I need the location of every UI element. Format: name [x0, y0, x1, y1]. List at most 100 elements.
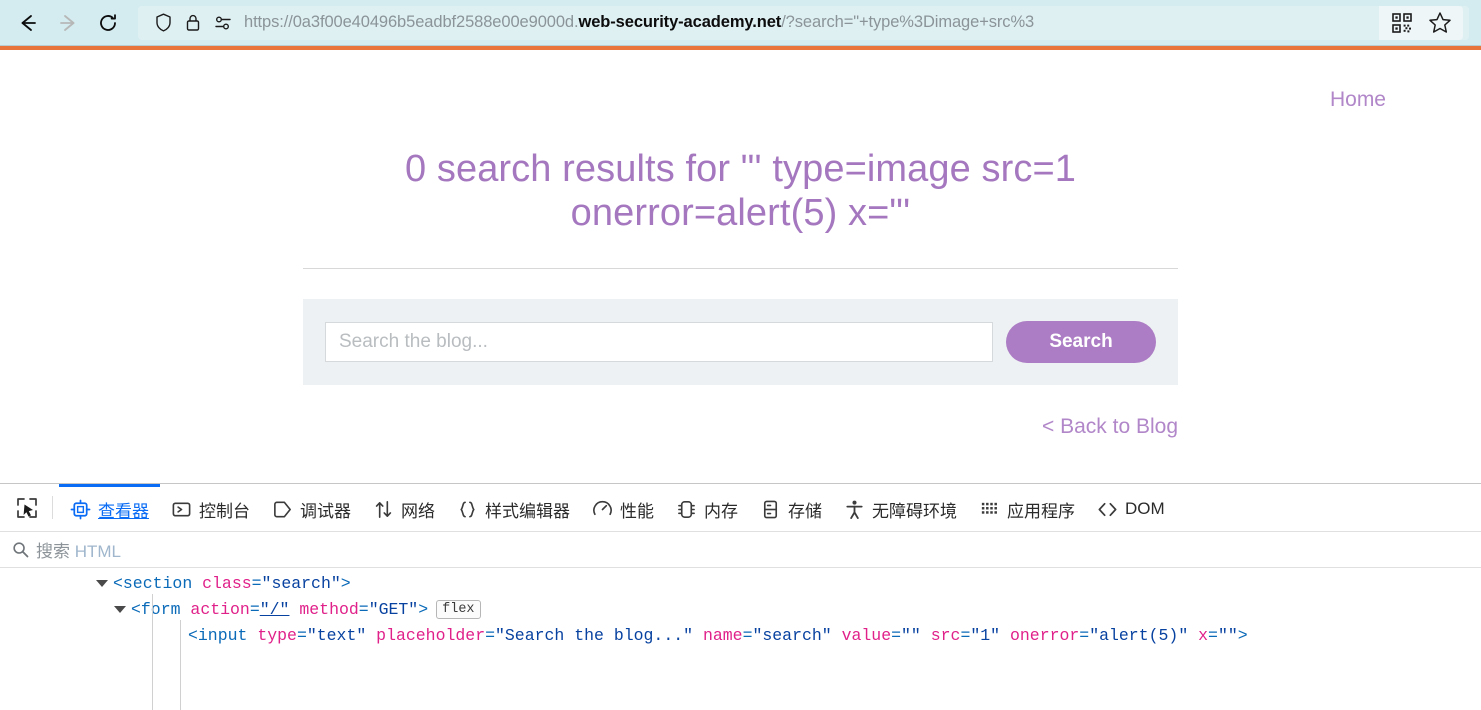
dom-search-bar[interactable]: 搜索 HTML — [0, 532, 1481, 568]
forward-arrow-icon — [57, 12, 79, 34]
memory-icon — [676, 499, 697, 520]
network-icon — [373, 499, 394, 520]
attr-name: class — [202, 574, 252, 593]
tab-dom-label: DOM — [1125, 499, 1165, 519]
dom-row-form-text: <form action="/" method="GET">flex — [131, 597, 481, 623]
tag-name: section — [123, 574, 192, 593]
dom-icon — [1097, 499, 1118, 520]
tab-network[interactable]: 网络 — [362, 484, 446, 531]
tab-console[interactable]: 控制台 — [160, 484, 261, 531]
reload-icon — [97, 12, 119, 34]
url-path: /?search="+type%3Dimage+src%3 — [781, 13, 1034, 31]
forward-button[interactable] — [48, 6, 88, 40]
dom-row-form[interactable]: <form action="/" method="GET">flex — [0, 597, 1481, 623]
attr-name: action — [190, 600, 249, 619]
attr-name: type — [257, 626, 297, 645]
tag-name: input — [198, 626, 248, 645]
search-input[interactable] — [325, 322, 993, 362]
tab-console-label: 控制台 — [199, 497, 250, 522]
indent-guide-1 — [152, 594, 153, 710]
blog-header: 0 search results for "' type=image src=1… — [95, 147, 1386, 269]
attr-value: "1" — [970, 626, 1000, 645]
angle-open: < — [188, 626, 198, 645]
attr-value: "text" — [307, 626, 366, 645]
dom-row-section[interactable]: <section class="search"> — [0, 571, 1481, 597]
tab-performance-label: 性能 — [620, 497, 654, 522]
dom-search-placeholder-suffix: HTML — [75, 542, 121, 561]
attr-name: onerror — [1010, 626, 1079, 645]
back-arrow-icon — [17, 12, 39, 34]
tab-style-editor-label: 样式编辑器 — [485, 497, 570, 522]
bookmark-star-icon[interactable] — [1423, 8, 1457, 38]
attr-name: name — [703, 626, 743, 645]
attr-value: "search" — [262, 574, 341, 593]
inspector-icon — [70, 499, 91, 520]
attr-equals: = — [252, 574, 262, 593]
tab-performance[interactable]: 性能 — [581, 484, 665, 531]
tab-storage[interactable]: 存储 — [749, 484, 833, 531]
back-button[interactable] — [8, 6, 48, 40]
debugger-icon — [272, 499, 293, 520]
tab-style-editor[interactable]: 样式编辑器 — [446, 484, 581, 531]
style-editor-icon — [457, 499, 478, 520]
search-section: Search — [303, 299, 1178, 385]
tab-debugger[interactable]: 调试器 — [261, 484, 362, 531]
expand-triangle-icon[interactable] — [114, 606, 126, 613]
dom-tree[interactable]: <section class="search"> <form action="/… — [0, 568, 1481, 710]
attr-value: "search" — [752, 626, 831, 645]
expand-triangle-icon[interactable] — [96, 580, 108, 587]
back-to-blog-row: < Back to Blog — [303, 415, 1178, 439]
dom-row-input[interactable]: <input type="text" placeholder="Search t… — [0, 623, 1481, 649]
tab-inspector[interactable]: 查看器 — [59, 484, 160, 531]
tab-debugger-label: 调试器 — [300, 497, 351, 522]
page-content: Home 0 search results for "' type=image … — [0, 46, 1481, 483]
tab-memory[interactable]: 内存 — [665, 484, 749, 531]
tag-name: form — [141, 600, 181, 619]
tab-inspector-label: 查看器 — [98, 497, 149, 522]
element-picker-icon — [15, 496, 39, 520]
storage-icon — [760, 499, 781, 520]
attr-name: x — [1198, 626, 1208, 645]
url-scheme: https:// — [244, 13, 293, 31]
home-link[interactable]: Home — [1330, 88, 1386, 112]
address-bar[interactable]: https://0a3f00e40496b5eadbf2588e00e9000d… — [138, 6, 1469, 40]
tab-dom[interactable]: DOM — [1086, 484, 1176, 531]
tab-accessibility[interactable]: 无障碍环境 — [833, 484, 968, 531]
tab-accessibility-label: 无障碍环境 — [872, 497, 957, 522]
lock-icon[interactable] — [178, 8, 208, 38]
search-button[interactable]: Search — [1006, 321, 1156, 363]
devtools-panel: 查看器 控制台 调试器 — [0, 483, 1481, 710]
tab-application[interactable]: 应用程序 — [968, 484, 1086, 531]
indent-guide-2 — [180, 620, 181, 710]
attr-value: "alert(5)" — [1089, 626, 1188, 645]
tracking-shield-icon[interactable] — [148, 8, 178, 38]
url-text[interactable]: https://0a3f00e40496b5eadbf2588e00e9000d… — [244, 13, 1379, 32]
element-picker-button[interactable] — [8, 484, 46, 531]
tab-network-label: 网络 — [401, 497, 435, 522]
qr-code-icon[interactable] — [1385, 8, 1419, 38]
devtools-toolbar: 查看器 控制台 调试器 — [0, 484, 1481, 532]
console-icon — [171, 499, 192, 520]
dom-row-input-text: <input type="text" placeholder="Search t… — [188, 623, 1248, 649]
dom-row-section-text: <section class="search"> — [113, 571, 351, 597]
url-subdomain: 0a3f00e40496b5eadbf2588e00e9000d. — [293, 13, 579, 31]
attr-value-link[interactable]: "/" — [260, 600, 290, 619]
dom-search-placeholder: 搜索 HTML — [36, 537, 121, 562]
reload-button[interactable] — [88, 6, 128, 40]
attr-name: method — [299, 600, 358, 619]
page-title: 0 search results for "' type=image src=1… — [291, 147, 1191, 235]
back-to-blog-link[interactable]: < Back to Blog — [1042, 415, 1178, 438]
performance-icon — [592, 499, 613, 520]
site-permissions-icon[interactable] — [208, 8, 238, 38]
attr-value: "Search the blog..." — [495, 626, 693, 645]
browser-toolbar: https://0a3f00e40496b5eadbf2588e00e9000d… — [0, 0, 1481, 45]
tab-memory-label: 内存 — [704, 497, 738, 522]
attr-name: value — [842, 626, 892, 645]
flex-badge[interactable]: flex — [436, 600, 480, 619]
application-icon — [979, 499, 1000, 520]
tab-storage-label: 存储 — [788, 497, 822, 522]
dom-search-placeholder-prefix: 搜索 — [36, 542, 75, 561]
search-icon — [12, 541, 29, 558]
title-divider — [303, 268, 1178, 269]
tab-application-label: 应用程序 — [1007, 497, 1075, 522]
